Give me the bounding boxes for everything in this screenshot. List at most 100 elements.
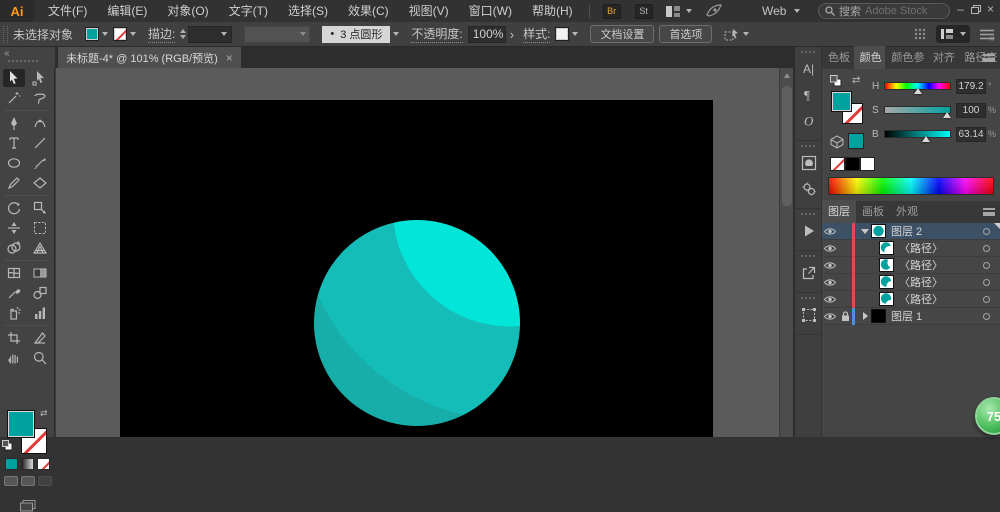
direct-selection-tool[interactable] — [29, 69, 51, 87]
curvature-tool[interactable] — [29, 114, 51, 132]
opacity-input[interactable]: 100% — [467, 25, 506, 43]
default-fill-stroke-icon[interactable] — [2, 440, 13, 451]
layers-panel-tab[interactable]: 外观 — [890, 200, 924, 223]
selection-tool[interactable] — [3, 69, 25, 87]
document-tab[interactable]: 未标题-4* @ 101% (RGB/预览) × — [58, 47, 241, 68]
column-graph-tool[interactable] — [29, 304, 51, 322]
scrollbar-thumb[interactable] — [782, 86, 792, 206]
line-segment-tool[interactable] — [29, 134, 51, 152]
collapse-toolbox-icon[interactable]: « — [4, 48, 9, 59]
dock-grid-icon[interactable] — [914, 28, 926, 40]
white-swatch[interactable] — [860, 157, 875, 171]
brush-definition-select[interactable]: • 3 点圆形 — [322, 25, 391, 43]
visibility-toggle[interactable] — [822, 227, 838, 236]
stroke-weight-input[interactable] — [188, 25, 233, 43]
draw-behind-button[interactable] — [20, 476, 35, 486]
expand-toggle-icon[interactable] — [859, 228, 871, 234]
color-panel-tab[interactable]: 色板 — [822, 46, 854, 69]
layer-thumbnail[interactable] — [879, 258, 894, 272]
dock-grip[interactable] — [801, 213, 815, 215]
style-swatch[interactable] — [555, 27, 570, 41]
fill-color-indicator[interactable] — [7, 410, 35, 438]
opentype-icon[interactable]: O — [795, 108, 822, 134]
lasso-tool[interactable] — [29, 89, 51, 107]
perspective-grid-tool[interactable] — [29, 239, 51, 257]
opacity-label[interactable]: 不透明度: — [411, 25, 463, 43]
menu-item[interactable]: 选择(S) — [278, 0, 338, 22]
slider-handle[interactable] — [943, 112, 952, 118]
canvas-area[interactable] — [56, 68, 779, 437]
layer-thumbnail[interactable] — [879, 241, 894, 255]
layers-panel-tab[interactable]: 画板 — [856, 200, 890, 223]
workspace-layout-button[interactable] — [936, 25, 970, 43]
restore-button[interactable] — [968, 0, 983, 18]
eraser-tool[interactable] — [29, 174, 51, 192]
none-mode-button[interactable] — [37, 458, 50, 470]
dock-grip[interactable] — [801, 51, 815, 53]
target-circle[interactable] — [983, 227, 990, 235]
character-icon[interactable]: A| — [795, 56, 822, 82]
none-swatch[interactable] — [830, 157, 845, 171]
symbol-sprayer-tool[interactable] — [3, 304, 25, 322]
visibility-toggle[interactable] — [822, 295, 838, 304]
color-spectrum-bar[interactable] — [828, 177, 994, 195]
export-icon[interactable] — [795, 260, 822, 286]
target-circle[interactable] — [983, 278, 990, 286]
gradient-tool[interactable] — [29, 264, 51, 282]
chevron-down-icon[interactable] — [102, 32, 109, 36]
h-value-input[interactable]: 179.2 — [956, 78, 986, 94]
layer-name[interactable]: 图层 2 — [891, 223, 983, 239]
actions-icon[interactable] — [795, 218, 822, 244]
slider-handle[interactable] — [913, 88, 922, 94]
stroke-weight-stepper[interactable] — [180, 29, 187, 39]
swap-fill-stroke-icon[interactable]: ⇄ — [40, 408, 48, 419]
stock-button[interactable]: St — [634, 3, 653, 19]
panel-menu-icon[interactable] — [983, 54, 995, 62]
gradient-mode-button[interactable] — [21, 458, 34, 470]
menu-item[interactable]: 对象(O) — [157, 0, 218, 22]
layer-name[interactable]: 〈路径〉 — [899, 257, 983, 273]
target-circle[interactable] — [983, 261, 990, 269]
scale-tool[interactable] — [29, 199, 51, 217]
b-slider[interactable] — [884, 130, 951, 142]
layer-thumbnail[interactable] — [879, 292, 894, 306]
type-tool[interactable] — [3, 134, 25, 152]
select-similar-button[interactable] — [724, 28, 750, 41]
path-row[interactable]: 〈路径〉 — [822, 256, 1000, 274]
dock-grip[interactable] — [801, 145, 815, 147]
menu-item[interactable]: 帮助(H) — [522, 0, 583, 22]
stroke-weight-label[interactable]: 描边: — [148, 25, 176, 43]
bridge-button[interactable]: Br — [602, 3, 621, 19]
visibility-toggle[interactable] — [822, 261, 838, 270]
rotate-tool[interactable] — [3, 199, 25, 217]
fill-color-indicator[interactable] — [831, 91, 852, 112]
magic-wand-tool[interactable] — [3, 89, 25, 107]
arrange-documents-button[interactable] — [665, 5, 692, 17]
minimize-button[interactable]: – — [953, 0, 968, 18]
default-fill-stroke-icon[interactable] — [830, 75, 842, 87]
preferences-button[interactable]: 首选项 — [659, 25, 713, 43]
slice-tool[interactable] — [29, 329, 51, 347]
free-transform-tool[interactable] — [29, 219, 51, 237]
layer-name[interactable]: 图层 1 — [891, 308, 983, 324]
chevron-down-icon[interactable] — [130, 32, 137, 36]
menu-item[interactable]: 效果(C) — [338, 0, 399, 22]
web-safe-color-swatch[interactable] — [848, 133, 864, 149]
opacity-more-button[interactable]: › — [506, 27, 518, 42]
graphic-styles-icon[interactable] — [795, 176, 822, 202]
target-circle[interactable] — [983, 295, 990, 303]
chevron-down-icon[interactable] — [572, 32, 579, 36]
target-circle[interactable] — [983, 312, 990, 320]
chevron-down-icon[interactable] — [393, 32, 400, 36]
out-of-web-color-icon[interactable] — [830, 135, 844, 149]
shape-builder-tool[interactable] — [3, 239, 25, 257]
menu-item[interactable]: 编辑(E) — [97, 0, 157, 22]
path-row[interactable]: 〈路径〉 — [822, 290, 1000, 308]
visibility-toggle[interactable] — [822, 244, 838, 253]
black-swatch[interactable] — [845, 157, 860, 171]
draw-normal-button[interactable] — [3, 476, 18, 486]
menu-item[interactable]: 文字(T) — [219, 0, 278, 22]
planet-artwork[interactable] — [314, 220, 520, 426]
panel-menu-icon[interactable] — [983, 208, 995, 216]
artboard-tool[interactable] — [3, 329, 25, 347]
